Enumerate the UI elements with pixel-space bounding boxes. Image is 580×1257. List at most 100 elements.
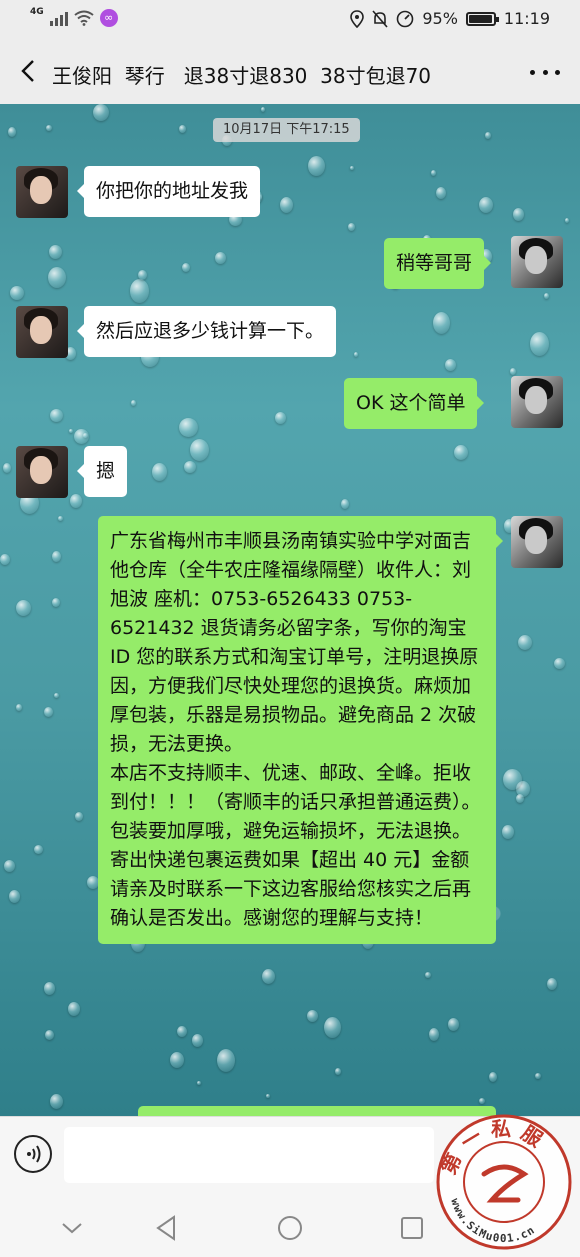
more-button[interactable] xyxy=(530,58,560,86)
contact-avatar[interactable] xyxy=(16,446,68,498)
contact-avatar[interactable] xyxy=(16,306,68,358)
message-input[interactable] xyxy=(64,1127,434,1183)
rain-drop xyxy=(266,1094,270,1098)
back-triangle-icon xyxy=(156,1215,175,1241)
message-bubble-sent[interactable]: OK 这个简单 xyxy=(344,378,485,429)
recents-square-icon xyxy=(401,1217,423,1239)
message-bubble-received[interactable]: 然后应退多少钱计算一下。 xyxy=(76,306,337,357)
rain-drop xyxy=(502,825,514,839)
rain-drop xyxy=(275,412,286,424)
contact-avatar[interactable] xyxy=(16,166,68,218)
rain-drop xyxy=(489,1072,497,1082)
rain-drop xyxy=(34,845,43,854)
nav-back-button[interactable] xyxy=(146,1208,186,1248)
chevron-down-icon xyxy=(62,1223,82,1234)
rain-drop xyxy=(308,156,325,176)
more-dot xyxy=(542,69,548,75)
rain-drop xyxy=(565,218,569,223)
rain-drop xyxy=(152,463,167,481)
my-avatar[interactable] xyxy=(511,516,563,568)
rain-drop xyxy=(74,429,89,444)
rain-drop xyxy=(49,245,62,259)
rain-drop xyxy=(48,267,66,288)
speed-gauge-icon xyxy=(397,10,414,27)
message-bubble-received[interactable]: 摁 xyxy=(76,446,128,497)
rain-drop xyxy=(131,400,136,406)
chat-header: 王俊阳 琴行 退38寸退830 38寸包退70 xyxy=(0,40,580,104)
message-bubble-sent-long[interactable]: 广东省梅州市丰顺县汤南镇实验中学对面吉他仓库（全牛农庄隆福缘隔壁）收件人：刘旭波… xyxy=(98,516,503,944)
rain-drop xyxy=(516,794,524,803)
battery-percent: 95% xyxy=(422,9,458,28)
rain-drop xyxy=(93,104,109,121)
rain-drop xyxy=(54,693,59,698)
hide-keyboard-button[interactable] xyxy=(52,1208,92,1248)
home-circle-icon xyxy=(278,1216,302,1240)
rain-drop xyxy=(217,1049,235,1072)
rain-drop xyxy=(16,600,31,616)
message-timestamp: 10月17日 下午17:15 xyxy=(213,118,360,142)
avatar-face xyxy=(30,316,52,344)
rain-drop xyxy=(182,263,190,272)
rain-drop xyxy=(324,1017,341,1038)
rain-drop xyxy=(9,890,20,903)
avatar-face xyxy=(525,386,547,414)
back-button[interactable] xyxy=(14,56,44,86)
rain-drop xyxy=(547,978,557,990)
my-avatar[interactable] xyxy=(511,376,563,428)
site-watermark-seal: 第一私服 www.SiMu001.cn xyxy=(432,1108,577,1253)
rain-drop xyxy=(68,1002,80,1016)
rain-drop xyxy=(170,1052,184,1068)
rain-drop xyxy=(429,1028,439,1041)
rain-drop xyxy=(179,418,198,437)
rain-drop xyxy=(518,635,532,650)
message-bubble-received[interactable]: 你把你的地址发我 xyxy=(76,166,261,217)
voice-button[interactable] xyxy=(14,1135,52,1173)
wifi-icon xyxy=(74,10,94,26)
rain-drop xyxy=(341,499,349,509)
rain-drop xyxy=(52,598,60,607)
rain-drop xyxy=(58,516,63,521)
battery-icon xyxy=(465,11,499,26)
chat-area[interactable]: 10月17日 下午17:15 你把你的地址发我 稍等哥哥 然后应退多少钱计算一下… xyxy=(0,104,580,1116)
rain-drop xyxy=(261,107,265,112)
rain-drop xyxy=(535,1073,541,1079)
rain-drop xyxy=(52,551,61,562)
rain-drop xyxy=(0,554,10,565)
network-type: 4G xyxy=(30,7,44,17)
rain-drop xyxy=(3,463,11,473)
rain-drop xyxy=(45,1030,54,1040)
rain-drop xyxy=(75,812,83,821)
rain-drop xyxy=(184,461,196,473)
clock: 11:19 xyxy=(503,9,550,28)
rain-drop xyxy=(448,1018,459,1031)
watermark-seal-graphic: 第一私服 www.SiMu001.cn xyxy=(436,1114,572,1250)
rain-drop xyxy=(510,368,516,375)
rain-drop xyxy=(350,166,354,170)
avatar-face xyxy=(525,246,547,274)
rain-drop xyxy=(479,197,493,213)
infinity-icon: ∞ xyxy=(99,9,118,27)
voice-icon xyxy=(27,1145,41,1163)
rain-drop xyxy=(44,707,53,717)
rain-drop xyxy=(4,860,15,872)
rain-drop xyxy=(50,1094,63,1109)
nav-home-button[interactable] xyxy=(270,1208,310,1248)
rain-drop xyxy=(530,332,549,356)
rain-drop xyxy=(69,429,73,433)
rain-drop xyxy=(335,1068,341,1075)
rain-drop xyxy=(554,658,565,669)
avatar-face xyxy=(525,526,547,554)
rain-drop xyxy=(503,769,522,790)
nav-recents-button[interactable] xyxy=(392,1208,432,1248)
rain-drop xyxy=(50,409,63,422)
rain-drop xyxy=(46,125,52,131)
location-icon xyxy=(350,9,365,28)
more-dots-icon xyxy=(530,69,535,75)
rain-drop xyxy=(544,293,549,299)
my-avatar[interactable] xyxy=(511,236,563,288)
more-dot xyxy=(555,69,560,75)
rain-drop xyxy=(130,279,149,303)
rain-drop xyxy=(192,1034,203,1047)
signal-icon xyxy=(49,10,68,26)
message-bubble-sent[interactable]: 稍等哥哥 xyxy=(384,238,492,289)
